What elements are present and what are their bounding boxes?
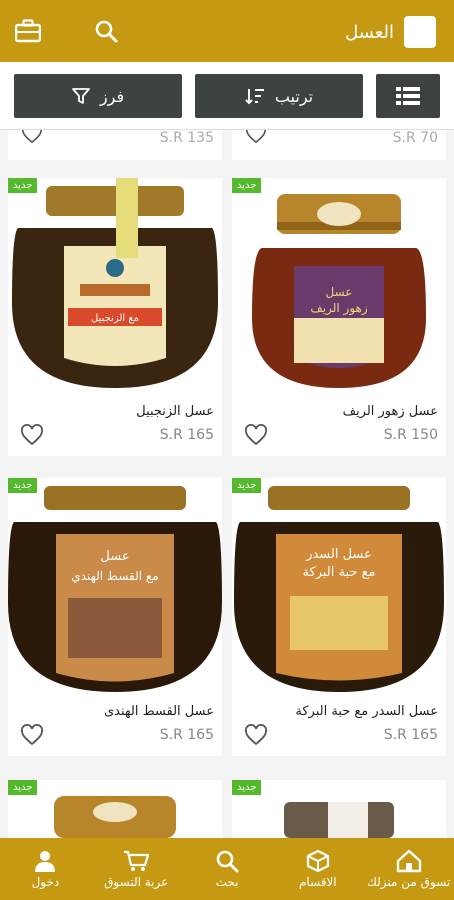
nav-item-search[interactable]: بحث <box>182 838 273 900</box>
svg-text:زهور الريف: زهور الريف <box>310 301 368 316</box>
new-badge: جديد <box>232 478 262 493</box>
product-price: S.R 135 <box>159 130 214 146</box>
cart-icon <box>124 850 150 871</box>
heart-icon[interactable] <box>244 724 268 746</box>
app-logo[interactable] <box>404 16 436 48</box>
header-title-group: العسل <box>345 14 436 50</box>
new-badge: جديد <box>232 780 262 795</box>
product-image[interactable]: عسل زهور الريف جديد <box>232 178 446 400</box>
product-image[interactable]: عسل السدر مع حبة البركة جديد <box>232 478 446 700</box>
product-name[interactable]: عسل السدر مع حبة البركة <box>295 704 438 719</box>
svg-text:عسل السدر: عسل السدر <box>305 547 372 562</box>
sort-icon <box>245 89 264 105</box>
heart-icon[interactable] <box>20 724 44 746</box>
user-icon <box>35 851 56 872</box>
product-name[interactable]: عسل القسط الهندى <box>104 704 214 719</box>
heart-icon[interactable] <box>20 130 44 144</box>
filter-button[interactable]: فرز <box>14 74 182 118</box>
honey-jar-image: عسل زهور الريف <box>252 194 426 388</box>
honey-jar-image <box>54 796 176 838</box>
svg-text:مع الزنجبيل: مع الزنجبيل <box>91 313 139 324</box>
heart-icon[interactable] <box>20 424 44 446</box>
svg-text:مع حبة البركة: مع حبة البركة <box>303 565 376 580</box>
heart-icon[interactable] <box>244 130 268 144</box>
product-image[interactable]: جديد <box>8 780 222 838</box>
bottom-nav: تسوق من منزلك الاقسام بحث عربة التسوق دخ… <box>0 838 454 900</box>
honey-jar-image: عسل السدر مع حبة البركة <box>234 486 444 692</box>
product-card[interactable]: عسل السدر مع حبة البركة جديد عسل السدر م… <box>232 478 446 756</box>
svg-text:مع القسط الهندي: مع القسط الهندي <box>71 569 158 583</box>
page-title: العسل <box>345 21 394 43</box>
list-view-icon <box>396 87 420 105</box>
nav-item-home-shopping[interactable]: تسوق من منزلك <box>363 838 454 900</box>
filter-bar: فرز ترتيب <box>0 62 454 130</box>
product-card-partial[interactable]: S.R 135 <box>8 130 222 160</box>
filter-label: فرز <box>99 86 125 106</box>
new-badge: جديد <box>8 780 38 795</box>
product-price: S.R 165 <box>159 427 214 443</box>
nav-item-login[interactable]: دخول <box>0 838 91 900</box>
box-icon <box>306 849 329 873</box>
sort-button[interactable]: ترتيب <box>195 74 363 118</box>
nav-label: عربة التسوق <box>104 875 169 889</box>
product-name[interactable]: عسل زهور الريف <box>343 404 438 419</box>
new-badge: جديد <box>8 478 38 493</box>
sort-label: ترتيب <box>274 86 314 106</box>
new-badge: جديد <box>8 178 38 193</box>
product-grid: S.R 70 S.R 135 عسل زهور الريف جديد عسل ز… <box>0 130 454 838</box>
view-toggle-button[interactable] <box>376 74 440 118</box>
product-card[interactable]: عسل زهور الريف جديد عسل زهور الريف S.R 1… <box>232 178 446 456</box>
product-price: S.R 150 <box>383 427 438 443</box>
product-image[interactable]: عسل مع القسط الهندي جديد <box>8 478 222 700</box>
honey-jar-image: عسل مع القسط الهندي <box>8 486 222 692</box>
nav-label: دخول <box>31 875 60 889</box>
nav-item-cart[interactable]: عربة التسوق <box>91 838 182 900</box>
svg-text:عسل: عسل <box>100 549 129 564</box>
product-image[interactable]: مع الزنجبيل جديد <box>8 178 222 400</box>
funnel-icon <box>71 88 90 104</box>
product-price: S.R 165 <box>383 727 438 743</box>
nav-label: تسوق من منزلك <box>367 875 451 889</box>
nav-label: بحث <box>215 875 239 889</box>
product-price: S.R 165 <box>159 727 214 743</box>
honey-jar-image: مع الزنجبيل <box>12 178 218 388</box>
nav-item-categories[interactable]: الاقسام <box>272 838 363 900</box>
product-card-partial[interactable]: S.R 70 <box>232 130 446 160</box>
product-image[interactable]: جديد <box>232 780 446 838</box>
product-price: S.R 70 <box>392 130 438 146</box>
app-screen: العسل فرز ترتيب S.R 70 S.R 135 عسل زهور … <box>0 0 454 900</box>
product-card-partial[interactable]: جديد <box>232 780 446 838</box>
briefcase-icon[interactable] <box>14 17 42 45</box>
product-name[interactable]: عسل الزنجبيل <box>136 404 214 419</box>
honey-jar-image <box>284 802 394 838</box>
product-card[interactable]: عسل مع القسط الهندي جديد عسل القسط الهند… <box>8 478 222 756</box>
search-icon[interactable] <box>92 17 120 45</box>
product-card[interactable]: مع الزنجبيل جديد عسل الزنجبيل S.R 165 <box>8 178 222 456</box>
nav-label: الاقسام <box>298 875 337 889</box>
search-icon <box>216 850 239 873</box>
top-bar: العسل <box>0 0 454 62</box>
svg-text:عسل: عسل <box>326 285 353 299</box>
heart-icon[interactable] <box>244 424 268 446</box>
new-badge: جديد <box>232 178 262 193</box>
home-icon <box>396 849 421 873</box>
product-card-partial[interactable]: جديد <box>8 780 222 838</box>
